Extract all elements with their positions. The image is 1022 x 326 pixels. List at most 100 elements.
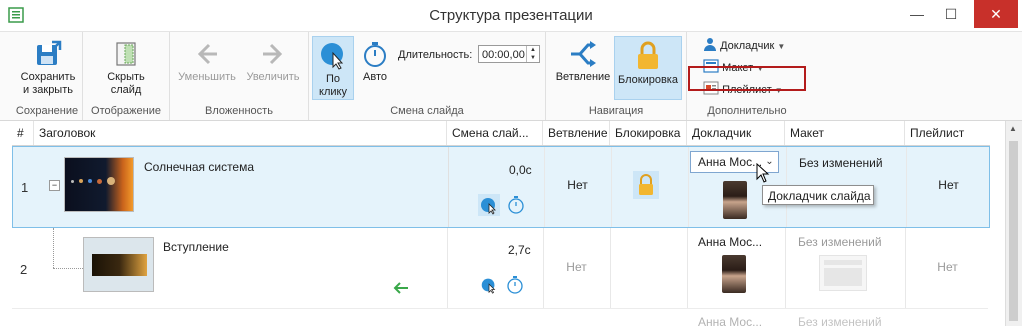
group-display-label: Отображение bbox=[91, 105, 161, 117]
column-divider bbox=[687, 228, 688, 308]
lock-button[interactable]: Блокировка bbox=[614, 36, 682, 100]
group-save: Сохранить и закрыть Сохранение bbox=[12, 32, 83, 120]
row-number: 2 bbox=[20, 262, 28, 277]
increase-nesting-button[interactable]: Увеличить bbox=[242, 40, 304, 84]
slide-title: Солнечная система bbox=[144, 160, 255, 174]
slide-time: 2,7c bbox=[508, 243, 531, 257]
close-button[interactable]: ✕ bbox=[974, 0, 1018, 28]
presenter-value[interactable]: Анна Мос... bbox=[698, 315, 762, 326]
tree-line bbox=[53, 268, 83, 269]
layout-thumbnail bbox=[819, 255, 867, 291]
slide-title: Вступление bbox=[163, 240, 229, 254]
on-click-label: По клику bbox=[319, 73, 347, 98]
decrease-label: Уменьшить bbox=[178, 71, 236, 83]
tooltip: Докладчик слайда bbox=[762, 185, 874, 205]
grid-header: # Заголовок Смена слай... Ветвление Блок… bbox=[12, 121, 990, 146]
arrow-left-green-icon bbox=[393, 282, 408, 294]
outline-grid: # Заголовок Смена слай... Ветвление Блок… bbox=[0, 121, 1022, 326]
arrow-left-icon bbox=[197, 43, 217, 65]
slide-time: 0,0c bbox=[509, 163, 532, 177]
col-title[interactable]: Заголовок bbox=[34, 121, 447, 145]
hide-slide-button[interactable]: Скрыть слайд bbox=[93, 40, 159, 97]
save-icon bbox=[37, 40, 62, 65]
column-divider bbox=[688, 147, 689, 227]
col-branching[interactable]: Ветвление bbox=[543, 121, 610, 145]
playlist-value: Нет bbox=[937, 260, 958, 274]
layout-value[interactable]: Без изменений bbox=[798, 235, 882, 249]
stopwatch-icon bbox=[364, 42, 386, 67]
on-click-button[interactable]: По клику bbox=[312, 36, 354, 100]
branching-value: Нет bbox=[566, 260, 587, 274]
vertical-scrollbar[interactable]: ▲ bbox=[1005, 121, 1022, 326]
hide-slide-label: Скрыть слайд bbox=[107, 71, 145, 96]
save-close-button[interactable]: Сохранить и закрыть bbox=[17, 40, 79, 97]
mouse-click-icon[interactable] bbox=[479, 275, 499, 295]
col-lock[interactable]: Блокировка bbox=[610, 121, 687, 145]
tree-line bbox=[53, 228, 54, 268]
col-layout[interactable]: Макет bbox=[785, 121, 905, 145]
collapse-toggle[interactable]: − bbox=[49, 180, 60, 191]
lock-label: Блокировка bbox=[618, 74, 678, 86]
presenter-value: Анна Мос... bbox=[698, 155, 763, 169]
layout-value[interactable]: Без изменений bbox=[799, 156, 883, 170]
window-title: Структура презентации bbox=[429, 7, 593, 24]
duration-stepper[interactable]: 00:00,00 ▲ ▼ bbox=[478, 45, 540, 63]
duration-label: Длительность: bbox=[398, 49, 473, 61]
branching-button[interactable]: Ветвление bbox=[552, 40, 614, 84]
col-num[interactable]: # bbox=[12, 121, 34, 145]
scroll-up-icon[interactable]: ▲ bbox=[1009, 124, 1017, 133]
group-display: Скрыть слайд Отображение bbox=[83, 32, 170, 120]
maximize-button[interactable]: ☐ bbox=[934, 0, 968, 28]
auto-button[interactable]: Авто bbox=[359, 40, 391, 84]
ribbon: Сохранить и закрыть Сохранение Скрыть сл… bbox=[0, 32, 1022, 121]
group-navigation: Ветвление Блокировка Навигация bbox=[546, 32, 687, 120]
title-bar: Структура презентации — ☐ ✕ bbox=[0, 0, 1022, 32]
scroll-thumb[interactable] bbox=[1009, 141, 1018, 321]
lock-icon bbox=[638, 41, 658, 69]
highlight-frame bbox=[688, 66, 806, 91]
avatar bbox=[723, 181, 747, 219]
dropdown-arrow-icon: ▼ bbox=[777, 42, 786, 51]
avatar bbox=[722, 255, 746, 293]
slide-thumbnail[interactable] bbox=[64, 157, 134, 212]
minimize-button[interactable]: — bbox=[900, 0, 934, 28]
table-row[interactable]: 2 Вступление 2,7c Нет Анна Мос... Без из… bbox=[12, 228, 988, 309]
slide-thumbnail[interactable] bbox=[83, 237, 154, 292]
lock-icon bbox=[639, 174, 653, 195]
group-slide-change: По клику Авто Длительность: 00:00,00 ▲ ▼ … bbox=[309, 32, 546, 120]
mouse-cursor-icon bbox=[756, 163, 770, 183]
group-navigation-label: Навигация bbox=[588, 105, 644, 117]
presenter-value[interactable]: Анна Мос... bbox=[698, 235, 762, 249]
layout-value[interactable]: Без изменений bbox=[798, 315, 882, 326]
duration-value: 00:00,00 bbox=[482, 49, 525, 61]
increase-label: Увеличить bbox=[246, 71, 300, 83]
save-close-label: Сохранить и закрыть bbox=[20, 71, 76, 96]
mouse-click-icon bbox=[321, 43, 344, 70]
col-playlist[interactable]: Плейлист bbox=[905, 121, 990, 145]
arrow-right-icon bbox=[263, 43, 283, 65]
lock-toggle[interactable] bbox=[633, 171, 659, 199]
column-divider bbox=[610, 228, 611, 308]
column-divider bbox=[785, 228, 786, 308]
stopwatch-icon[interactable] bbox=[506, 275, 524, 295]
branching-icon bbox=[571, 41, 596, 67]
decrease-nesting-button[interactable]: Уменьшить bbox=[176, 40, 238, 84]
presenter-label: Докладчик bbox=[720, 40, 775, 52]
col-presenter[interactable]: Докладчик bbox=[687, 121, 785, 145]
row-number: 1 bbox=[21, 180, 29, 195]
on-click-toggle[interactable] bbox=[478, 194, 500, 216]
playlist-value: Нет bbox=[938, 178, 959, 192]
group-nesting-label: Вложенность bbox=[205, 105, 273, 117]
auto-label: Авто bbox=[363, 71, 387, 83]
mouse-click-icon bbox=[481, 198, 496, 215]
stepper-arrows[interactable]: ▲ ▼ bbox=[526, 46, 539, 62]
table-row[interactable]: Анна Мос... Без изменений bbox=[12, 310, 988, 326]
presenter-button[interactable]: Докладчик ▼ bbox=[703, 37, 785, 55]
hide-slide-icon bbox=[116, 42, 136, 66]
stopwatch-icon[interactable] bbox=[507, 195, 525, 215]
branching-value: Нет bbox=[567, 178, 588, 192]
person-icon bbox=[704, 38, 716, 51]
col-slide-change[interactable]: Смена слай... bbox=[447, 121, 543, 145]
column-divider bbox=[611, 147, 612, 227]
column-divider bbox=[447, 228, 448, 308]
